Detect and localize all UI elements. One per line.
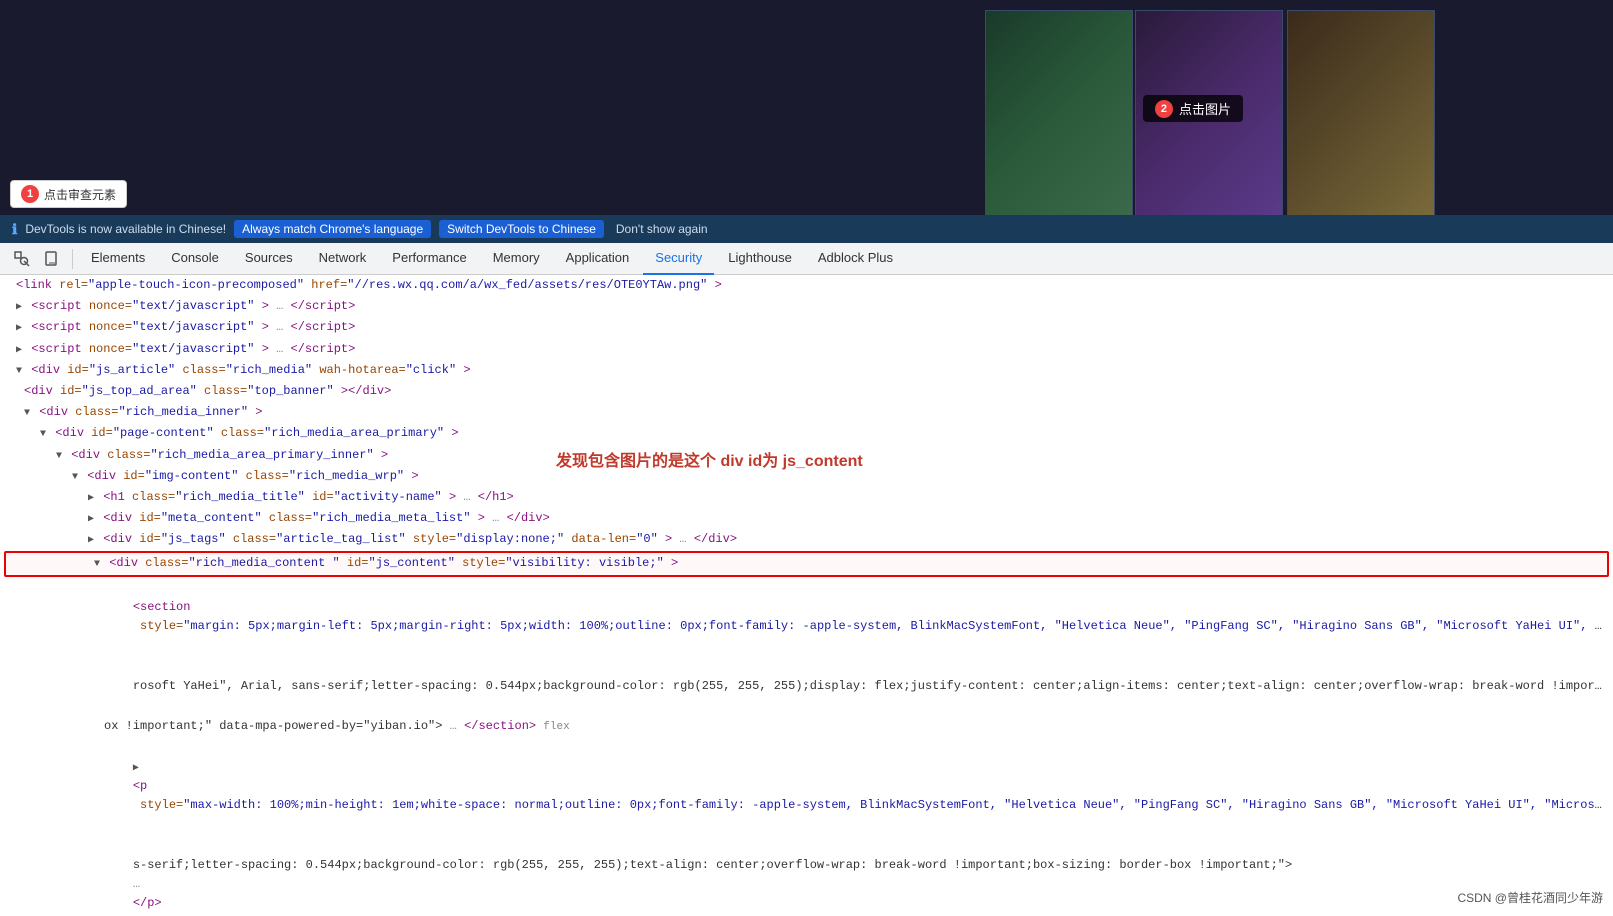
- expand-triangle[interactable]: [72, 472, 78, 483]
- html-line[interactable]: <link rel="apple-touch-icon-precomposed"…: [0, 275, 1613, 296]
- devtools-html-panel[interactable]: 发现包含图片的是这个 div id为 js_content <link rel=…: [0, 275, 1613, 911]
- tab-lighthouse[interactable]: Lighthouse: [716, 243, 804, 275]
- tab-elements[interactable]: Elements: [79, 243, 157, 275]
- html-line[interactable]: <div id="meta_content" class="rich_media…: [0, 508, 1613, 529]
- html-line[interactable]: rosoft YaHei", Arial, sans-serif;letter-…: [0, 656, 1613, 716]
- html-line[interactable]: ox !important;" data-mpa-powered-by="yib…: [0, 716, 1613, 738]
- expand-triangle[interactable]: [133, 763, 139, 774]
- html-line[interactable]: <div id="js_top_ad_area" class="top_bann…: [0, 381, 1613, 402]
- html-line[interactable]: <div id="page-content" class="rich_media…: [0, 423, 1613, 444]
- tab-console[interactable]: Console: [159, 243, 231, 275]
- tab-security[interactable]: Security: [643, 243, 714, 275]
- inspect-element-hint: 1 点击审查元素: [10, 180, 127, 208]
- tab-application[interactable]: Application: [554, 243, 642, 275]
- devtools-info-text: DevTools is now available in Chinese!: [25, 222, 226, 236]
- html-line[interactable]: s-serif;letter-spacing: 0.544px;backgrou…: [0, 835, 1613, 911]
- html-line[interactable]: <script nonce="text/javascript" > … </sc…: [0, 317, 1613, 338]
- selected-div-line[interactable]: <div class="rich_media_content " id="js_…: [4, 551, 1609, 576]
- expand-triangle[interactable]: [40, 429, 46, 440]
- devtools-tab-bar: Elements Console Sources Network Perform…: [0, 243, 1613, 275]
- expand-triangle[interactable]: [24, 408, 30, 419]
- browser-content-area: 2 点击图片 1 点击审查元素: [0, 0, 1613, 215]
- expand-triangle[interactable]: [56, 451, 62, 462]
- dont-show-again-button[interactable]: Don't show again: [612, 220, 712, 238]
- html-line[interactable]: <script nonce="text/javascript" > … </sc…: [0, 296, 1613, 317]
- html-line[interactable]: <div id="js_article" class="rich_media" …: [0, 360, 1613, 381]
- expand-triangle[interactable]: [88, 493, 94, 504]
- expand-triangle[interactable]: [94, 559, 100, 570]
- always-match-language-button[interactable]: Always match Chrome's language: [234, 220, 431, 238]
- html-line[interactable]: <h1 class="rich_media_title" id="activit…: [0, 487, 1613, 508]
- tab-performance[interactable]: Performance: [380, 243, 478, 275]
- info-icon: ℹ: [12, 221, 17, 238]
- click-image-hint: 2 点击图片: [1143, 95, 1243, 122]
- expand-triangle[interactable]: [16, 366, 22, 377]
- expand-triangle[interactable]: [88, 514, 94, 525]
- hint-badge-1: 1: [21, 185, 39, 203]
- hint-label: 点击图片: [1179, 99, 1231, 118]
- device-toolbar-button[interactable]: [38, 245, 66, 273]
- html-line[interactable]: <div class="rich_media_area_primary_inne…: [0, 445, 1613, 466]
- expand-triangle[interactable]: [16, 302, 22, 313]
- html-line[interactable]: <div id="js_tags" class="article_tag_lis…: [0, 529, 1613, 550]
- tab-sources[interactable]: Sources: [233, 243, 305, 275]
- inspect-element-button[interactable]: [8, 245, 36, 273]
- switch-devtools-chinese-button[interactable]: Switch DevTools to Chinese: [439, 220, 604, 238]
- tab-adblock-plus[interactable]: Adblock Plus: [806, 243, 905, 275]
- inspect-hint-label: 点击审查元素: [44, 186, 116, 203]
- tag-link: <link: [16, 278, 52, 292]
- expand-triangle[interactable]: [88, 535, 94, 546]
- content-image-3: [1287, 10, 1435, 215]
- tab-network[interactable]: Network: [307, 243, 379, 275]
- html-line[interactable]: <script nonce="text/javascript" > … </sc…: [0, 339, 1613, 360]
- content-image-1: [985, 10, 1133, 215]
- devtools-infobar: ℹ DevTools is now available in Chinese! …: [0, 215, 1613, 243]
- html-line[interactable]: <div class="rich_media_inner" >: [0, 402, 1613, 423]
- html-line[interactable]: <p style="max-width: 100%;min-height: 1e…: [0, 738, 1613, 836]
- expand-triangle[interactable]: [16, 323, 22, 334]
- html-line[interactable]: <div id="img-content" class="rich_media_…: [0, 466, 1613, 487]
- expand-triangle[interactable]: [16, 345, 22, 356]
- hint-badge-2: 2: [1155, 100, 1173, 118]
- html-line[interactable]: <section style="margin: 5px;margin-left:…: [0, 578, 1613, 657]
- tab-separator: [72, 249, 73, 269]
- tab-memory[interactable]: Memory: [481, 243, 552, 275]
